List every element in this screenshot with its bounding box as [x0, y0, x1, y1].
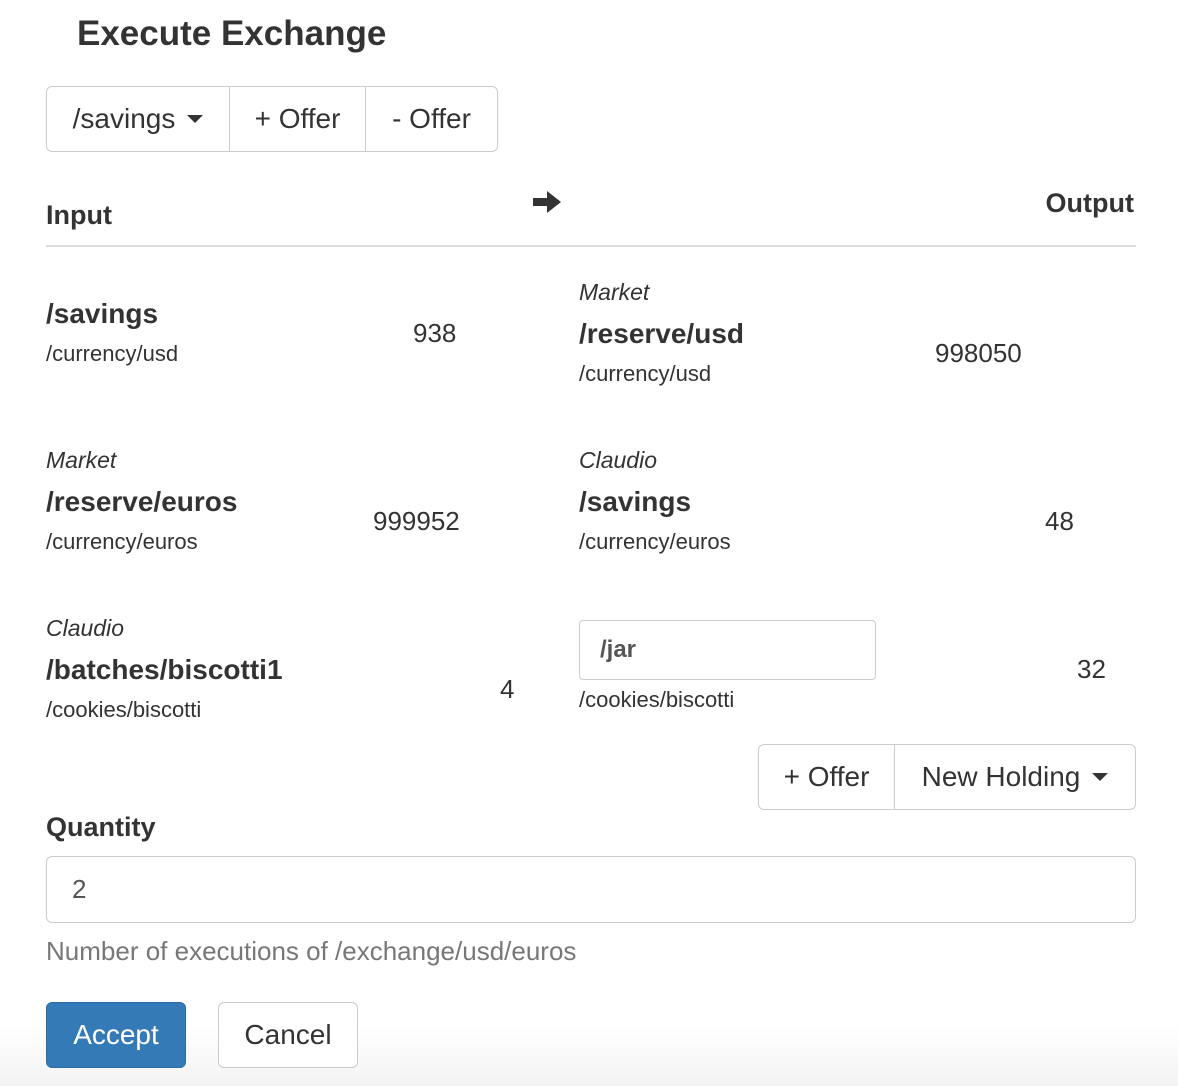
quantity-label: Quantity	[46, 812, 156, 842]
output-toolbar: + Offer New Holding	[758, 744, 1136, 810]
output-owner: Claudio	[579, 447, 657, 473]
new-holding-dropdown[interactable]: New Holding	[895, 745, 1135, 809]
input-asset-type: /currency/usd	[46, 341, 179, 366]
accept-button[interactable]: Accept	[46, 1002, 186, 1068]
input-column-header: Input	[46, 200, 112, 230]
output-amount: 48	[1045, 506, 1074, 536]
input-toolbar: /savings + Offer - Offer	[46, 86, 498, 152]
holding-select-label: /savings	[72, 103, 176, 134]
input-holding-path: /savings	[46, 298, 159, 329]
output-asset-type: /cookies/biscotti	[579, 687, 735, 712]
output-owner: Market	[579, 279, 650, 305]
holding-select-dropdown[interactable]: /savings	[47, 87, 230, 151]
quantity-help-text: Number of executions of /exchange/usd/eu…	[46, 936, 577, 966]
quantity-input[interactable]: 2	[46, 856, 1136, 923]
input-holding-path: /batches/biscotti1	[46, 654, 283, 685]
arrow-right-icon	[533, 190, 563, 219]
remove-offer-button[interactable]: - Offer	[366, 87, 497, 151]
add-offer-button[interactable]: + Offer	[230, 87, 366, 151]
header-divider	[46, 245, 1136, 247]
input-amount: 4	[500, 674, 515, 704]
output-amount: 32	[1077, 654, 1106, 684]
dialog-title: Execute Exchange	[77, 14, 387, 53]
chevron-down-icon	[1092, 773, 1109, 781]
output-holding-input[interactable]: /jar	[579, 620, 876, 680]
add-output-offer-button[interactable]: + Offer	[759, 745, 895, 809]
input-asset-type: /cookies/biscotti	[46, 697, 202, 722]
input-owner: Claudio	[46, 615, 124, 641]
input-holding-path: /reserve/euros	[46, 486, 238, 517]
input-asset-type: /currency/euros	[46, 529, 198, 554]
output-asset-type: /currency/usd	[579, 361, 712, 386]
input-amount: 999952	[373, 506, 460, 536]
cancel-button[interactable]: Cancel	[218, 1002, 358, 1068]
chevron-down-icon	[187, 115, 204, 123]
new-holding-label: New Holding	[921, 761, 1081, 792]
output-amount: 998050	[935, 338, 1022, 368]
output-holding-path: /savings	[579, 486, 692, 517]
output-column-header: Output	[1045, 188, 1134, 218]
input-owner: Market	[46, 447, 117, 473]
output-holding-path: /reserve/usd	[579, 318, 744, 349]
input-amount: 938	[413, 318, 457, 348]
output-asset-type: /currency/euros	[579, 529, 731, 554]
